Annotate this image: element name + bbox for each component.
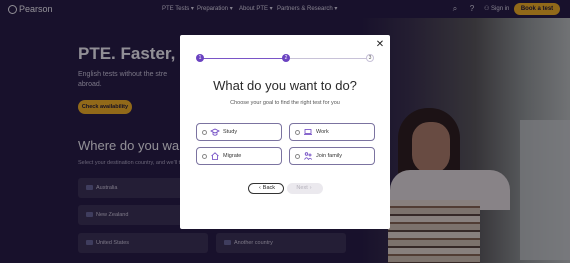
- back-label: Back: [262, 185, 276, 191]
- step-2: 2: [282, 54, 290, 62]
- goal-dialog: ✕ 1 2 3 What do you want to do? Choose y…: [180, 35, 390, 229]
- progress-stepper: 1 2 3: [196, 54, 374, 62]
- dialog-title: What do you want to do?: [213, 78, 357, 93]
- back-button[interactable]: ‹ Back: [248, 183, 284, 194]
- option-join-family[interactable]: Join family: [289, 147, 375, 165]
- stepper-line-complete: [200, 57, 286, 59]
- radio-button[interactable]: [295, 129, 300, 135]
- radio-button[interactable]: [202, 129, 207, 135]
- option-label: Work: [316, 129, 329, 135]
- option-label: Migrate: [223, 153, 242, 159]
- dialog-subtitle: Choose your goal to find the right test …: [230, 100, 340, 106]
- next-label: Next: [296, 185, 308, 191]
- chevron-right-icon: ›: [309, 185, 312, 191]
- option-label: Study: [223, 129, 238, 135]
- family-icon: [304, 152, 313, 160]
- graduation-icon: [210, 128, 220, 136]
- radio-button[interactable]: [295, 153, 300, 159]
- step-1: 1: [196, 54, 204, 62]
- option-study[interactable]: Study: [196, 123, 282, 141]
- close-icon[interactable]: ✕: [374, 39, 386, 51]
- house-icon: [211, 152, 219, 160]
- option-label: Join family: [316, 153, 342, 159]
- next-button[interactable]: Next ›: [287, 183, 323, 194]
- option-migrate[interactable]: Migrate: [196, 147, 282, 165]
- chevron-left-icon: ‹: [258, 185, 261, 191]
- step-3: 3: [366, 54, 374, 62]
- stepper-line-pending: [286, 57, 370, 59]
- radio-button[interactable]: [202, 153, 207, 159]
- laptop-icon: [304, 129, 312, 135]
- option-work[interactable]: Work: [289, 123, 375, 141]
